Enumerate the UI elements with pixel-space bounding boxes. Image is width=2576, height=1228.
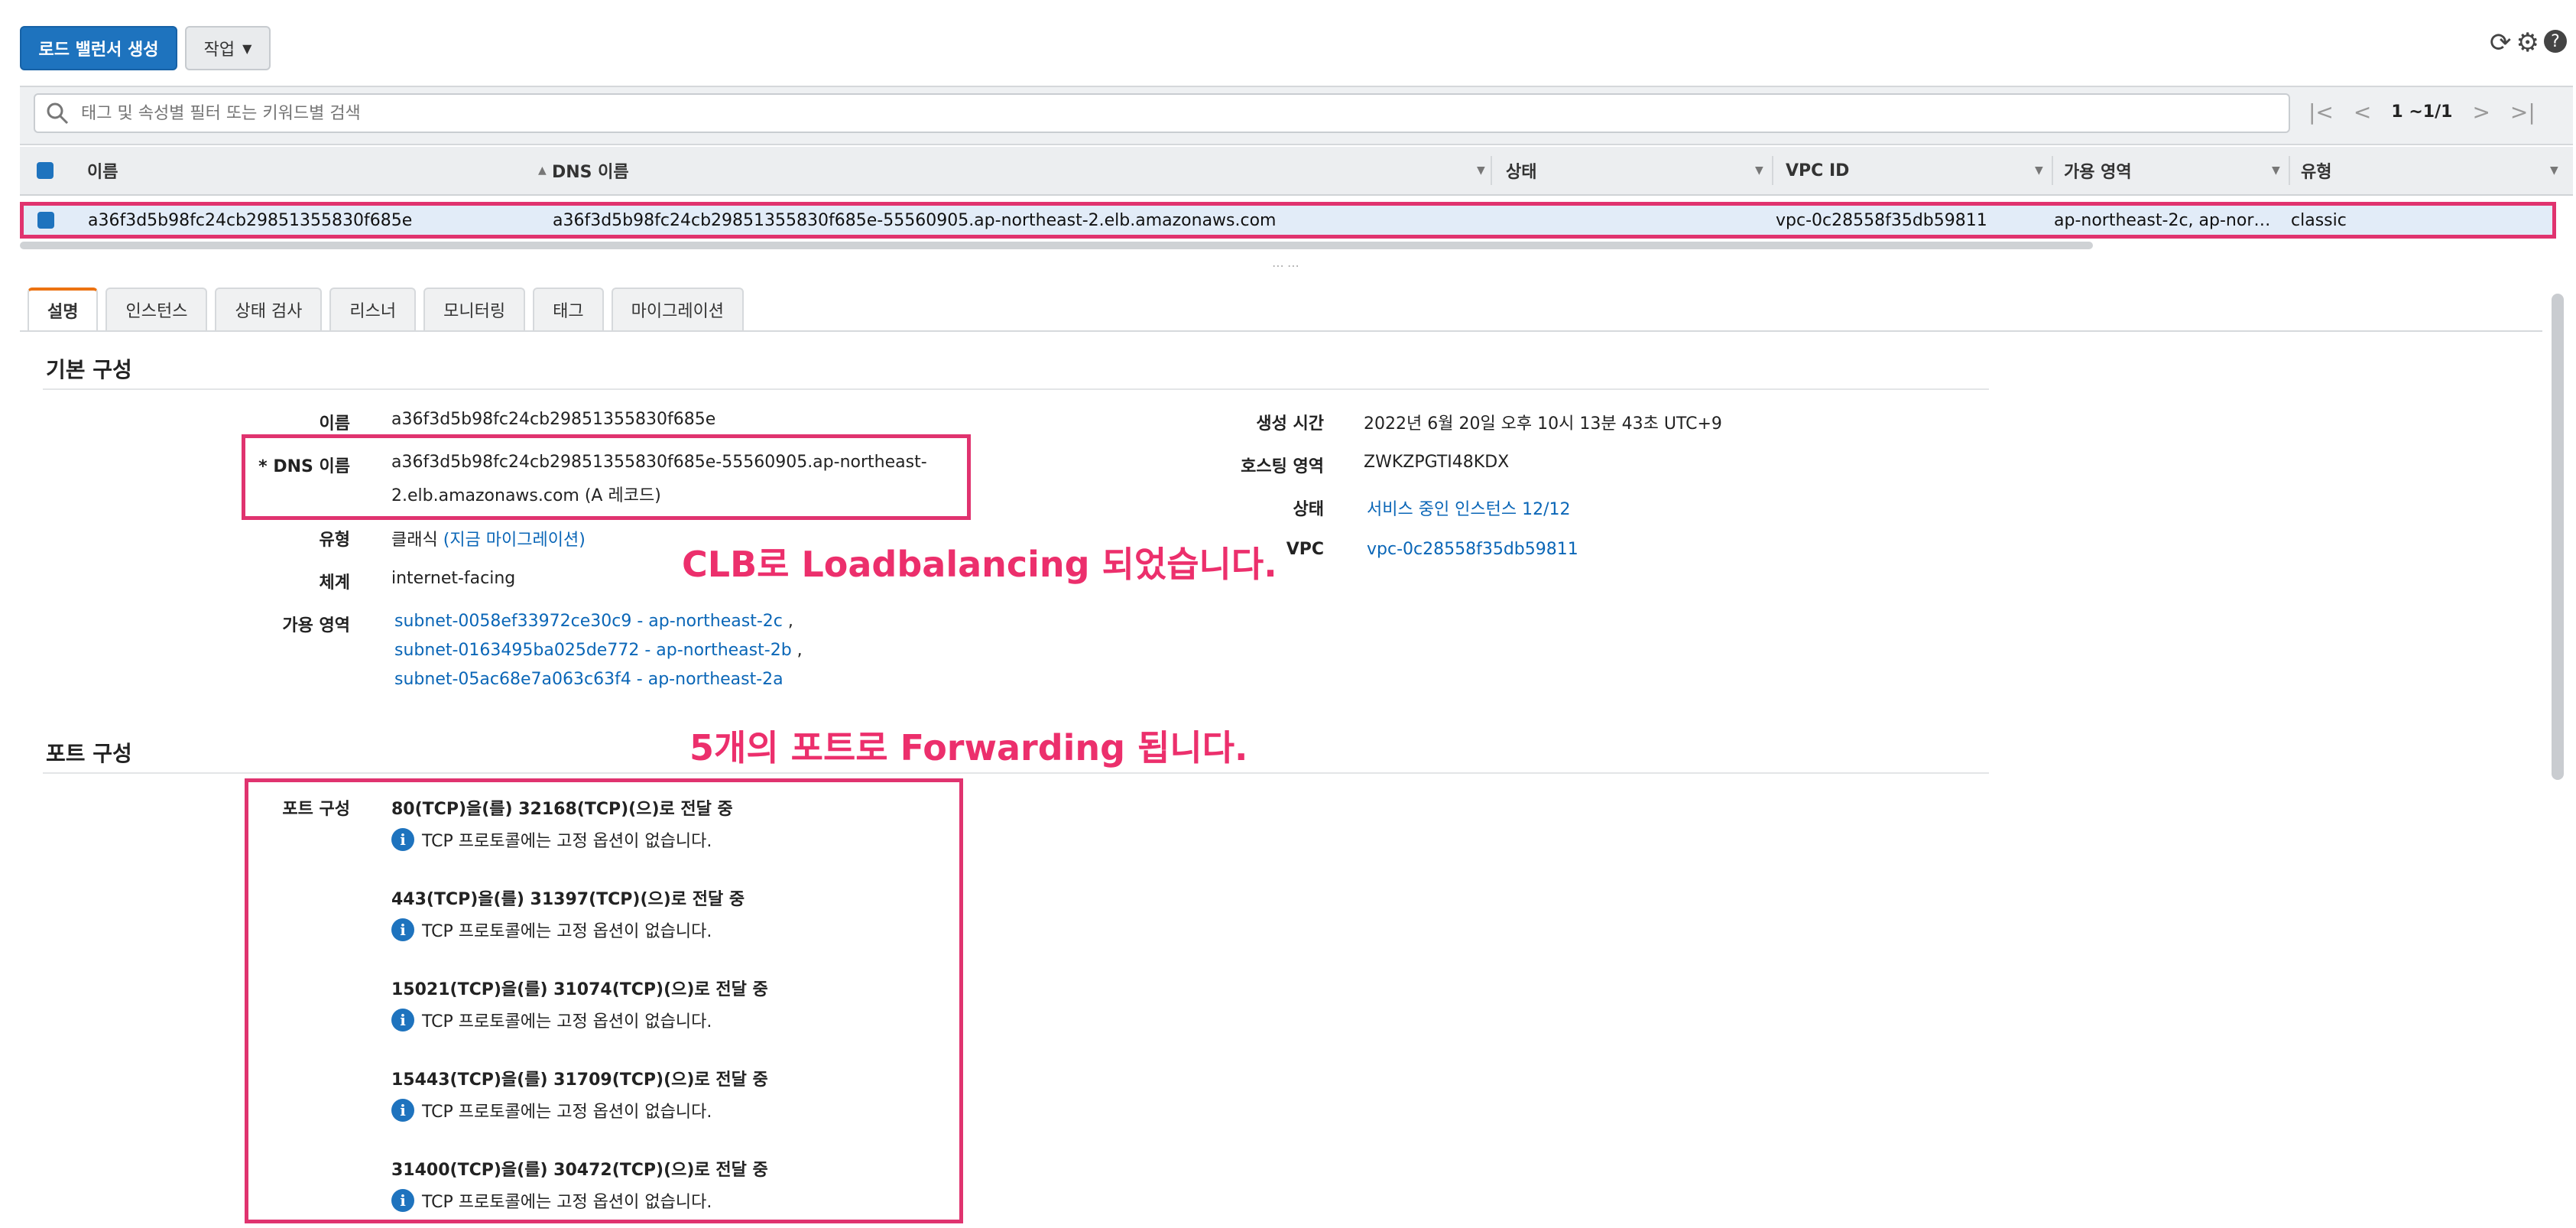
chevron-down-icon: ▼ <box>1755 164 1763 177</box>
vpc-value-link[interactable]: vpc-0c28558f35db59811 <box>1367 540 1578 559</box>
chevron-down-icon: ▼ <box>242 41 252 56</box>
resize-handle[interactable]: ⋯⋯ <box>1272 258 1303 273</box>
dns-highlight-box <box>242 434 971 520</box>
port-item: 15021(TCP)을(를) 31074(TCP)(으)로 전달 중 i TCP … <box>391 980 768 1031</box>
prev-page-icon[interactable]: < <box>2354 99 2371 125</box>
tab-health-check[interactable]: 상태 검사 <box>215 288 323 330</box>
search-icon <box>47 102 69 125</box>
create-load-balancer-button[interactable]: 로드 밸런서 생성 <box>20 26 177 70</box>
pagination: |< < 1 ~1/1 > >| <box>2308 99 2535 125</box>
chevron-down-icon: ▼ <box>2272 164 2280 177</box>
created-value: 2022년 6월 20일 오후 10시 13분 43초 UTC+9 <box>1364 414 1722 434</box>
column-status[interactable]: 상태 ▼ <box>1495 147 1773 194</box>
info-icon: i <box>391 1009 414 1031</box>
migrate-now-link[interactable]: (지금 마이그레이션) <box>443 531 586 550</box>
subnet-link[interactable]: subnet-05ac68e7a063c63f4 - ap-northeast-… <box>394 670 784 689</box>
section-title-basic: 기본 구성 <box>46 357 132 382</box>
vertical-scrollbar[interactable] <box>2552 294 2564 780</box>
port-item: 31400(TCP)을(를) 30472(TCP)(으)로 전달 중 i TCP … <box>391 1161 768 1212</box>
tab-migration[interactable]: 마이그레이션 <box>611 288 745 330</box>
tab-instances[interactable]: 인스턴스 <box>105 288 208 330</box>
column-name[interactable]: 이름 ▲ <box>87 147 561 194</box>
column-availability-zone[interactable]: 가용 영역 ▼ <box>2053 147 2290 194</box>
info-icon: i <box>391 1189 414 1212</box>
row-checkbox[interactable] <box>37 212 54 229</box>
status-value-link[interactable]: 서비스 중인 인스턴스 12/12 <box>1367 495 1571 520</box>
section-title-ports: 포트 구성 <box>46 741 132 766</box>
top-icons: ⟳ ⚙ ? <box>2490 28 2567 58</box>
tab-listeners[interactable]: 리스너 <box>329 288 417 330</box>
sort-asc-icon: ▲ <box>538 164 547 177</box>
tab-description[interactable]: 설명 <box>28 288 99 330</box>
type-label: 유형 <box>319 531 350 550</box>
tab-tags[interactable]: 태그 <box>533 288 604 330</box>
detail-tabs: 설명 인스턴스 상태 검사 리스너 모니터링 태그 마이그레이션 <box>28 288 745 330</box>
table-row[interactable]: a36f3d5b98fc24cb29851355830f685e a36f3d5… <box>20 202 2556 239</box>
refresh-icon[interactable]: ⟳ <box>2490 28 2512 58</box>
info-icon: i <box>391 828 414 851</box>
annotation-clb: CLB로 Loadbalancing 되었습니다. <box>682 544 1277 585</box>
chevron-down-icon: ▼ <box>1477 164 1485 177</box>
row-type: classic <box>2291 210 2347 230</box>
actions-label: 작업 <box>203 41 235 60</box>
horizontal-scrollbar[interactable] <box>20 242 2093 249</box>
port-item: 443(TCP)을(를) 31397(TCP)(으)로 전달 중 i TCP 프로… <box>391 890 745 941</box>
chevron-down-icon: ▼ <box>2550 164 2558 177</box>
type-value: 클래식 (지금 마이그레이션) <box>391 531 586 550</box>
search-field[interactable] <box>34 93 2290 133</box>
section-divider <box>43 772 1989 774</box>
dns-label: * DNS 이름 <box>258 457 350 476</box>
actions-dropdown[interactable]: 작업 ▼ <box>185 26 271 70</box>
table-header: 이름 ▲ DNS 이름 ▼ 상태 ▼ VPC ID ▼ 가용 영역 ▼ 유형 ▼ <box>20 147 2573 196</box>
status-label: 상태 <box>1293 500 1324 519</box>
last-page-icon[interactable]: >| <box>2510 99 2535 125</box>
row-vpc-id: vpc-0c28558f35db59811 <box>1776 210 1987 230</box>
row-dns-name: a36f3d5b98fc24cb29851355830f685e-5556090… <box>553 210 1277 230</box>
az-label: 가용 영역 <box>282 616 350 635</box>
subnet-link[interactable]: subnet-0163495ba025de772 - ap-northeast-… <box>394 641 803 660</box>
next-page-icon[interactable]: > <box>2472 99 2490 125</box>
select-all-checkbox[interactable] <box>37 162 54 179</box>
port-item: 15443(TCP)을(를) 31709(TCP)(으)로 전달 중 i TCP … <box>391 1070 768 1122</box>
column-dns-name[interactable]: DNS 이름 ▼ <box>552 147 1492 194</box>
column-vpc-id[interactable]: VPC ID ▼ <box>1775 147 2053 194</box>
row-availability-zone: ap-northeast-2c, ap-nor… <box>2054 210 2271 230</box>
scheme-label: 체계 <box>319 573 350 593</box>
subnet-link[interactable]: subnet-0058ef33972ce30c9 - ap-northeast-… <box>394 612 793 631</box>
name-value: a36f3d5b98fc24cb29851355830f685e <box>391 410 716 429</box>
hosted-zone-label: 호스팅 영역 <box>1241 457 1324 476</box>
info-icon: i <box>391 1099 414 1122</box>
created-label: 생성 시간 <box>1256 414 1324 434</box>
section-divider <box>43 388 1989 390</box>
scheme-value: internet-facing <box>391 569 516 588</box>
page-range: 1 ~1/1 <box>2391 102 2453 122</box>
tab-monitoring[interactable]: 모니터링 <box>423 288 526 330</box>
gear-icon[interactable]: ⚙ <box>2516 28 2539 58</box>
first-page-icon[interactable]: |< <box>2308 99 2334 125</box>
name-label: 이름 <box>319 414 350 434</box>
port-item: 80(TCP)을(를) 32168(TCP)(으)로 전달 중 i TCP 프로토… <box>391 800 733 851</box>
dns-value-line1: a36f3d5b98fc24cb29851355830f685e-5556090… <box>391 453 927 472</box>
info-icon: i <box>391 918 414 941</box>
chevron-down-icon: ▼ <box>2035 164 2043 177</box>
annotation-ports: 5개의 포트로 Forwarding 됩니다. <box>689 727 1248 768</box>
dns-value-line2: 2.elb.amazonaws.com (A 레코드) <box>391 486 661 505</box>
hosted-zone-value: ZWKZPGTI48KDX <box>1364 453 1510 472</box>
ports-label: 포트 구성 <box>282 800 350 819</box>
column-type[interactable]: 유형 ▼ <box>2290 147 2568 194</box>
help-icon[interactable]: ? <box>2544 30 2567 53</box>
row-name: a36f3d5b98fc24cb29851355830f685e <box>88 210 413 230</box>
tab-divider <box>20 330 2542 332</box>
search-input[interactable] <box>79 102 2223 124</box>
